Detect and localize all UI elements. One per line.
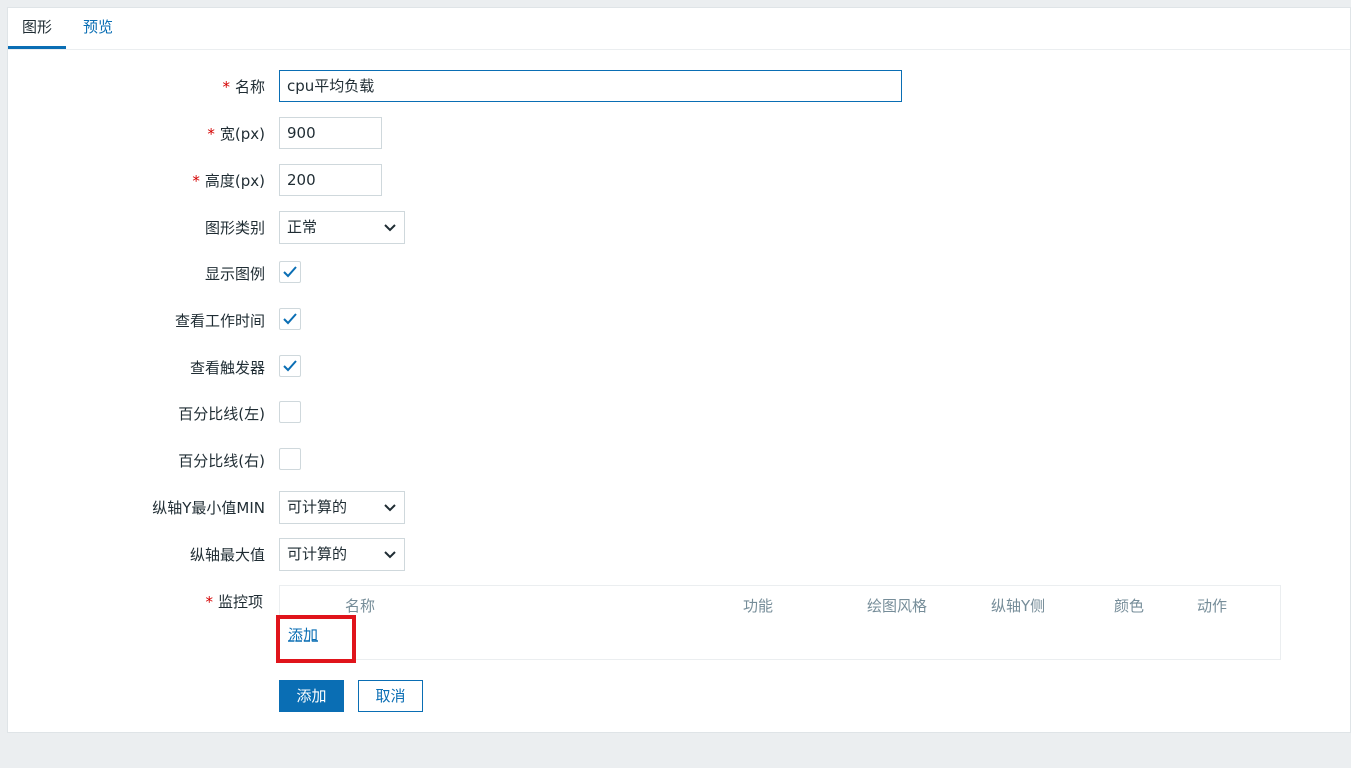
graph-type-select[interactable]: 正常 xyxy=(279,211,405,244)
show-working-time-label: 查看工作时间 xyxy=(174,312,265,330)
items-col-y-axis-side: 纵轴Y侧 xyxy=(991,597,1046,615)
required-marker: * xyxy=(205,593,213,611)
items-table: 名称 功能 绘图风格 纵轴Y侧 颜色 动作 添加 xyxy=(279,585,1281,660)
items-col-function: 功能 xyxy=(743,597,774,615)
required-marker: * xyxy=(207,125,215,143)
check-icon xyxy=(283,266,297,278)
ymin-select[interactable]: 可计算的 xyxy=(279,491,405,524)
items-col-draw-style: 绘图风格 xyxy=(867,597,928,615)
items-col-name: 名称 xyxy=(345,597,376,615)
percentile-left-checkbox[interactable] xyxy=(279,401,301,423)
check-icon xyxy=(283,360,297,372)
height-input[interactable]: 200 xyxy=(279,164,382,196)
required-marker: * xyxy=(222,78,230,96)
graph-form-panel: 图形 预览 * 名称 cpu平均负载 * 宽(px) 900 * 高度(px) 200… xyxy=(7,7,1351,733)
show-triggers-checkbox[interactable] xyxy=(279,355,301,377)
show-legend-checkbox[interactable] xyxy=(279,261,301,283)
ymax-value: 可计算的 xyxy=(287,545,348,563)
tab-preview[interactable]: 预览 xyxy=(69,8,127,49)
items-col-color: 颜色 xyxy=(1114,597,1145,615)
show-legend-label: 显示图例 xyxy=(204,265,265,283)
items-label: * 监控项 xyxy=(205,593,263,611)
width-input[interactable]: 900 xyxy=(279,117,382,149)
ymin-value: 可计算的 xyxy=(287,498,348,516)
graph-type-label: 图形类别 xyxy=(204,219,265,237)
tab-bar: 图形 预览 xyxy=(8,8,1350,50)
ymax-label: 纵轴最大值 xyxy=(189,546,265,564)
percentile-right-label: 百分比线(右) xyxy=(178,452,265,470)
height-label: * 高度(px) xyxy=(192,172,265,190)
chevron-down-icon xyxy=(384,492,396,523)
name-label: * 名称 xyxy=(222,78,265,96)
required-marker: * xyxy=(192,172,200,190)
items-col-action: 动作 xyxy=(1197,597,1228,615)
graph-type-value: 正常 xyxy=(287,218,318,236)
width-label: * 宽(px) xyxy=(207,125,265,143)
name-input[interactable]: cpu平均负载 xyxy=(279,70,902,102)
ymin-label: 纵轴Y最小值MIN xyxy=(152,499,265,517)
ymax-select[interactable]: 可计算的 xyxy=(279,538,405,571)
cancel-button[interactable]: 取消 xyxy=(358,680,423,712)
chevron-down-icon xyxy=(384,539,396,570)
check-icon xyxy=(283,313,297,325)
percentile-left-label: 百分比线(左) xyxy=(178,405,265,423)
add-button[interactable]: 添加 xyxy=(279,680,344,712)
show-triggers-label: 查看触发器 xyxy=(189,359,265,377)
annotation-highlight-box xyxy=(276,615,356,663)
show-working-time-checkbox[interactable] xyxy=(279,308,301,330)
tab-graph[interactable]: 图形 xyxy=(8,8,67,49)
percentile-right-checkbox[interactable] xyxy=(279,448,301,470)
chevron-down-icon xyxy=(384,212,396,243)
